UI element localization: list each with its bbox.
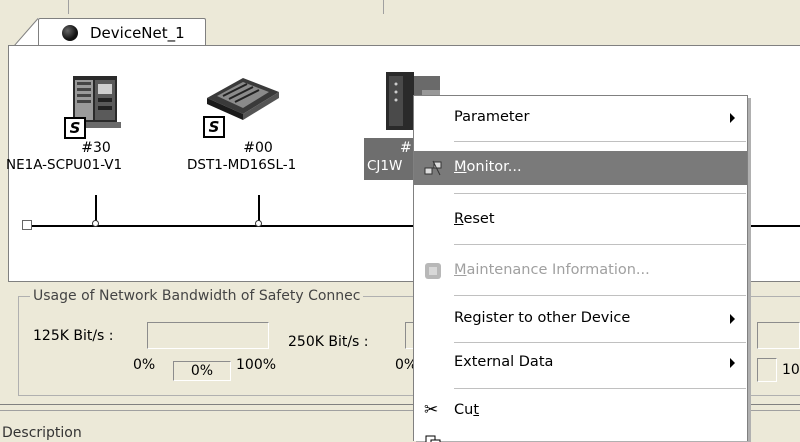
rate1-value: 0%	[173, 361, 231, 381]
rate1-label: 125K Bit/s :	[33, 328, 114, 344]
rate2-label: 250K Bit/s :	[288, 334, 369, 350]
tap-node	[255, 220, 262, 227]
monitor-icon	[424, 160, 442, 176]
submenu-arrow-icon	[730, 358, 735, 368]
menu-separator	[454, 342, 746, 343]
menu-separator	[454, 141, 746, 142]
rate3-bar	[757, 322, 800, 349]
mnemonic: M	[454, 262, 467, 278]
menu-item-copy-partial[interactable]	[414, 430, 747, 442]
device-number: #30	[81, 140, 111, 156]
menu-item-pre: Cu	[454, 402, 474, 418]
tab-label: DeviceNet_1	[90, 24, 185, 42]
menu-item-label: Reset	[454, 211, 495, 227]
menu-item-label: Monitor...	[454, 159, 522, 175]
device-name: CJ1W	[367, 158, 403, 174]
maintenance-icon	[425, 263, 441, 279]
menu-item-label: Cut	[454, 402, 479, 418]
rate1-bar	[147, 322, 269, 349]
menu-item-label: Maintenance Information...	[454, 262, 650, 278]
top-separator	[383, 0, 384, 14]
device-number: #	[400, 140, 412, 156]
rate1-max: 100%	[236, 357, 277, 373]
submenu-arrow-icon	[730, 113, 735, 123]
menu-item-rest: eset	[463, 211, 495, 227]
submenu-arrow-icon	[730, 314, 735, 324]
safety-badge-s: S	[203, 116, 225, 138]
globe-icon	[62, 25, 78, 41]
menu-item-maintenance-information: Maintenance Information...	[414, 254, 747, 288]
menu-separator	[454, 244, 746, 245]
menu-item-register-to-other-device[interactable]: Register to other Device	[414, 302, 747, 336]
description-label: Description	[2, 425, 82, 441]
menu-item-rest: aintenance Information...	[466, 262, 650, 278]
usage-title: Usage of Network Bandwidth of Safety Con…	[30, 288, 364, 304]
rate1-min: 0%	[133, 357, 156, 373]
menu-item-label: External Data	[454, 354, 554, 370]
top-separator	[68, 0, 69, 14]
scissors-icon: ✂	[424, 400, 439, 420]
tap-node	[92, 220, 99, 227]
safety-badge-s: S	[64, 117, 86, 139]
rate3-value	[757, 358, 777, 382]
menu-item-rest: onitor...	[466, 159, 522, 175]
terminator-icon	[22, 220, 32, 230]
safety-io-terminal-icon[interactable]	[203, 72, 283, 122]
mnemonic: M	[454, 159, 467, 175]
device-name: DST1-MD16SL-1	[187, 157, 297, 173]
menu-separator	[454, 388, 746, 389]
device-name: NE1A-SCPU01-V1	[6, 157, 123, 173]
menu-item-label: Parameter	[454, 109, 530, 125]
menu-separator	[454, 193, 746, 194]
menu-item-label: Register to other Device	[454, 310, 631, 326]
menu-separator	[454, 295, 746, 296]
mnemonic: t	[473, 402, 480, 418]
menu-item-reset[interactable]: Reset	[414, 203, 747, 237]
rate3-max: 10	[782, 362, 800, 378]
menu-item-monitor[interactable]: Monitor...	[414, 151, 747, 185]
context-menu: Parameter Monitor... Reset Maintenance I…	[413, 95, 748, 442]
menu-item-external-data[interactable]: External Data	[414, 346, 747, 380]
top-strip	[0, 0, 800, 14]
menu-item-cut[interactable]: ✂ Cut	[414, 394, 747, 428]
menu-item-parameter[interactable]: Parameter	[414, 101, 747, 135]
device-number: #00	[243, 140, 273, 156]
